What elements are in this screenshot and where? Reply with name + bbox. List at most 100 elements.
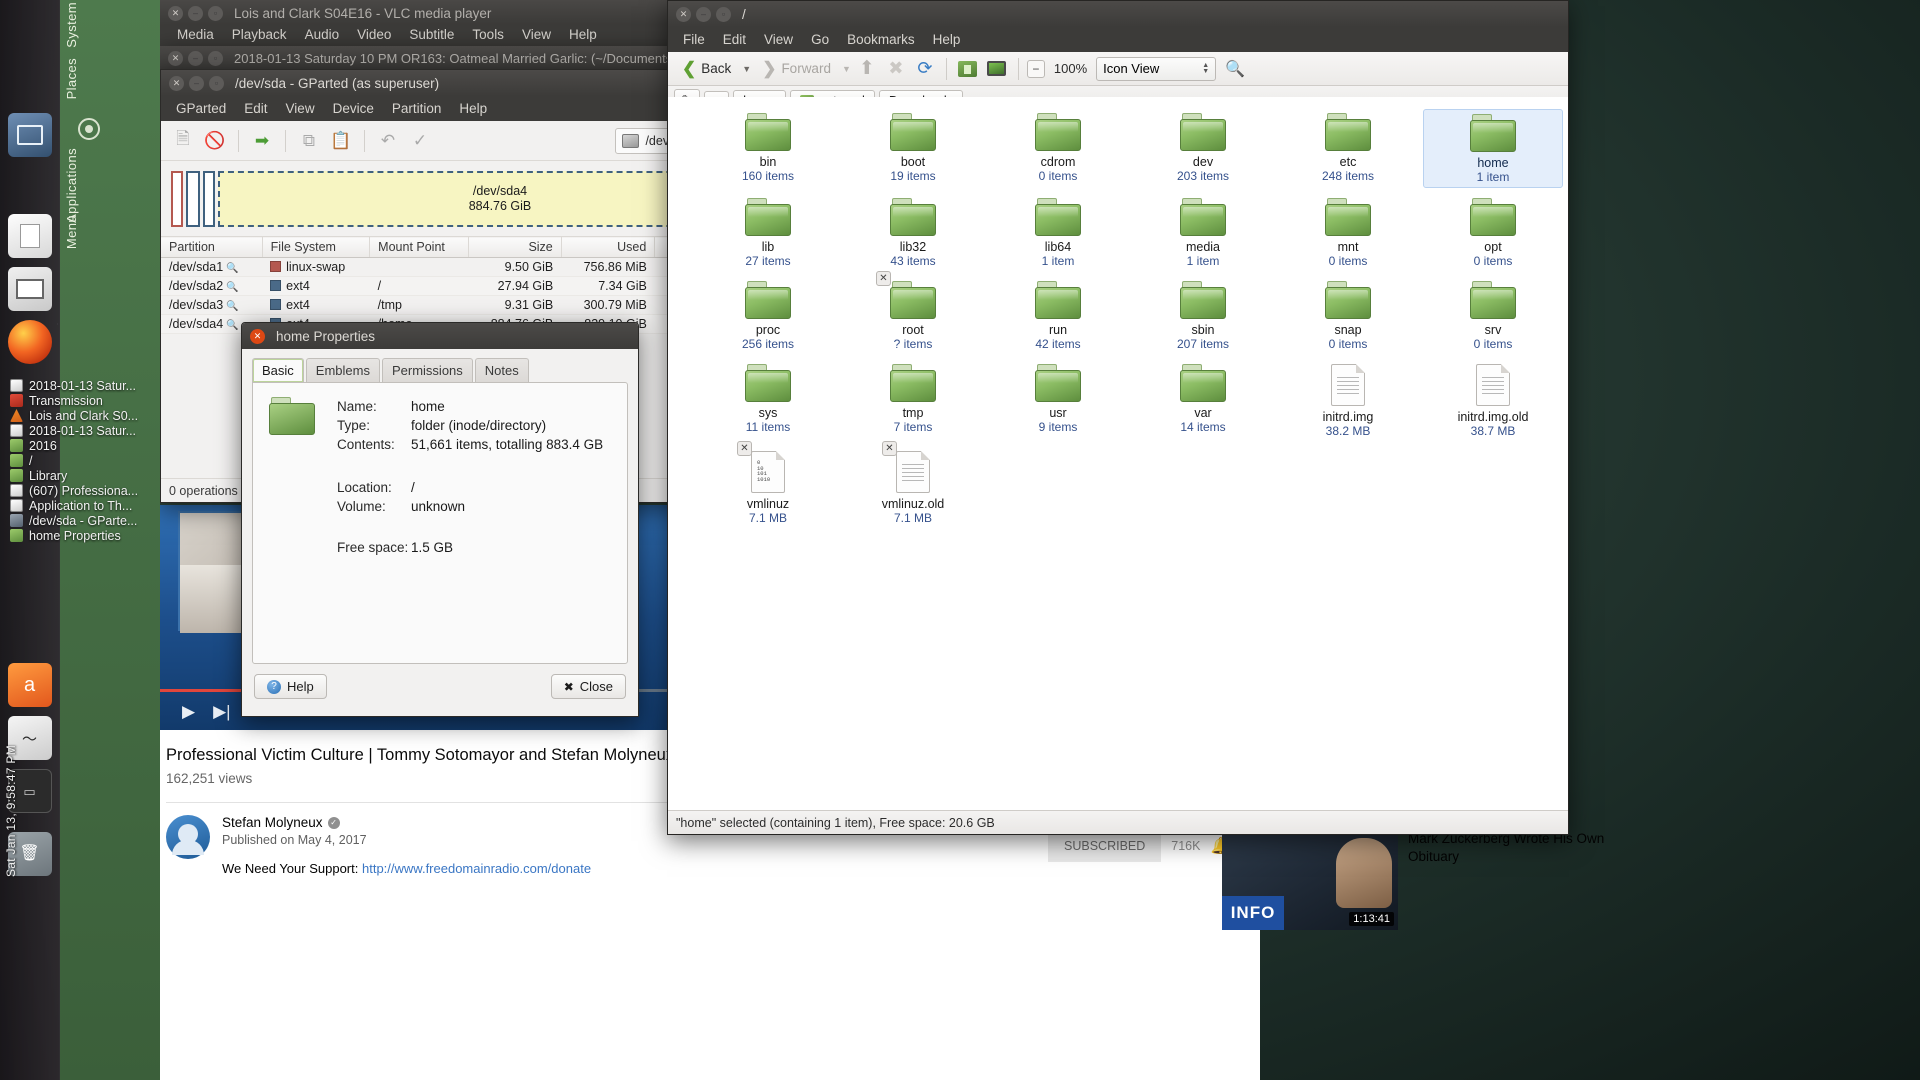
close-icon[interactable]: ✕ (168, 5, 183, 21)
gparted-menu-view[interactable]: View (277, 98, 324, 119)
tab-permissions[interactable]: Permissions (381, 358, 473, 382)
vlc-menu-tools[interactable]: Tools (463, 25, 513, 44)
column-header-mountpoint[interactable]: Mount Point (369, 236, 470, 258)
file-item[interactable]: media 1 item (1133, 194, 1273, 271)
new-partition-icon[interactable]: 🗎 (169, 127, 197, 155)
file-item[interactable]: snap 0 items (1278, 277, 1418, 354)
partition-segment-sda3[interactable] (203, 171, 215, 227)
file-item[interactable]: boot 19 items (843, 109, 983, 188)
gparted-menu-partition[interactable]: Partition (383, 98, 451, 119)
file-manager-menubar[interactable]: File Edit View Go Bookmarks Help (668, 27, 1568, 52)
forward-button[interactable]: ❯ Forward (754, 56, 839, 82)
file-manager-toolbar[interactable]: ❮ Back ▼ ❯ Forward ▼ ⬆ ✖ ⟳ − 100% Icon V… (668, 52, 1568, 86)
file-item[interactable]: lib64 1 item (988, 194, 1128, 271)
amazon-launcher-icon[interactable]: a (7, 663, 52, 707)
file-item[interactable]: sys 11 items (698, 360, 838, 441)
firefox-launcher-icon[interactable] (7, 320, 52, 364)
column-header-filesystem[interactable]: File System (262, 236, 371, 258)
computer-icon[interactable] (984, 56, 1010, 82)
task-item[interactable]: 2018-01-13 Satur... (10, 378, 158, 393)
file-item[interactable]: sbin 207 items (1133, 277, 1273, 354)
related-video[interactable]: INFO 1:13:41 Mark Zuckerberg Wrote His O… (1222, 830, 1722, 930)
file-item[interactable]: tmp 7 items (843, 360, 983, 441)
vlc-menu-audio[interactable]: Audio (296, 25, 349, 44)
maximize-icon[interactable]: ▫ (209, 75, 224, 91)
file-item[interactable]: opt 0 items (1423, 194, 1563, 271)
maximize-icon[interactable]: ▫ (716, 6, 731, 22)
next-icon[interactable]: ▶| (213, 702, 231, 722)
vlc-menu-view[interactable]: View (513, 25, 560, 44)
play-icon[interactable]: ▶ (182, 702, 195, 722)
column-header-used[interactable]: Used (561, 236, 656, 258)
task-item[interactable]: home Properties (10, 528, 158, 543)
file-icon-view[interactable]: bin 160 items boot 19 items cdrom 0 items dev 2… (668, 97, 1568, 810)
file-item[interactable]: ✕ root? items (843, 271, 983, 354)
file-manager-window[interactable]: ✕ – ▫ / File Edit View Go Bookmarks Help… (667, 0, 1569, 835)
menu-label-system[interactable]: System (64, 2, 79, 48)
vlc-menu-help[interactable]: Help (560, 25, 606, 44)
home-icon[interactable] (955, 56, 981, 82)
close-icon[interactable]: ✕ (169, 75, 184, 91)
paste-icon[interactable]: 📋 (327, 127, 355, 155)
properties-titlebar[interactable]: ✕ home Properties (242, 323, 638, 349)
file-item[interactable]: srv 0 items (1423, 277, 1563, 354)
mail-launcher-icon[interactable] (7, 267, 52, 311)
gparted-menu-edit[interactable]: Edit (235, 98, 276, 119)
menu-go[interactable]: Go (802, 29, 838, 50)
task-item[interactable]: /dev/sda - GParte... (10, 513, 158, 528)
close-button[interactable]: ✖ Close (550, 674, 626, 699)
file-item[interactable]: home 1 item (1423, 109, 1563, 188)
task-item[interactable]: / (10, 453, 158, 468)
channel-name-row[interactable]: Stefan Molyneux ✓ (222, 815, 591, 830)
file-item[interactable]: var 14 items (1133, 360, 1273, 441)
task-item[interactable]: Application to Th... (10, 498, 158, 513)
file-item[interactable]: lib32 43 items (843, 194, 983, 271)
help-button[interactable]: ? Help (254, 674, 327, 699)
avatar[interactable] (166, 815, 210, 859)
back-history-dropdown-icon[interactable]: ▼ (742, 64, 751, 74)
file-item[interactable]: lib 27 items (698, 194, 838, 271)
search-icon[interactable]: 🔍 (1225, 59, 1245, 79)
undo-icon[interactable]: ↶ (374, 127, 402, 155)
copy-icon[interactable]: ⧉ (295, 127, 323, 155)
column-header-size[interactable]: Size (468, 236, 562, 258)
partition-segment-sda1[interactable] (171, 171, 183, 227)
close-icon[interactable]: ✕ (168, 50, 183, 66)
file-manager-titlebar[interactable]: ✕ – ▫ / (668, 1, 1568, 27)
partition-segment-sda2[interactable] (186, 171, 200, 227)
vlc-menu-playback[interactable]: Playback (223, 25, 296, 44)
minimize-icon[interactable]: – (188, 50, 203, 66)
reload-icon[interactable]: ⟳ (912, 56, 938, 82)
menu-edit[interactable]: Edit (714, 29, 755, 50)
desktop-clock[interactable]: Sat Jan 13, 9:58:47 PM (4, 745, 18, 877)
menu-help[interactable]: Help (924, 29, 970, 50)
chevron-down-icon[interactable]: ▲ ▼ (1202, 62, 1209, 75)
close-icon[interactable]: ✕ (250, 328, 265, 344)
gparted-menu-gparted[interactable]: GParted (167, 98, 235, 119)
tab-emblems[interactable]: Emblems (305, 358, 380, 382)
file-item[interactable]: ✕ vmlinuz.old 7.1 MB (843, 441, 983, 528)
menu-bookmarks[interactable]: Bookmarks (838, 29, 924, 50)
tab-notes[interactable]: Notes (474, 358, 529, 382)
file-item[interactable]: initrd.img 38.2 MB (1278, 360, 1418, 441)
stop-icon[interactable]: ✖ (883, 56, 909, 82)
files-launcher-icon[interactable] (7, 113, 52, 157)
forward-history-dropdown-icon[interactable]: ▼ (842, 64, 851, 74)
menu-label-places[interactable]: Places (64, 58, 79, 99)
task-item[interactable]: (607) Professiona... (10, 483, 158, 498)
gparted-menu-help[interactable]: Help (450, 98, 496, 119)
menu-label-applications[interactable]: Applications (64, 148, 79, 223)
menu-view[interactable]: View (755, 29, 802, 50)
back-button[interactable]: ❮ Back (674, 56, 739, 82)
delete-partition-icon[interactable]: 🚫 (201, 127, 229, 155)
column-header-partition[interactable]: Partition (161, 236, 263, 258)
task-item[interactable]: Transmission (10, 393, 158, 408)
related-video-thumbnail[interactable]: INFO 1:13:41 (1222, 830, 1398, 930)
file-item[interactable]: etc 248 items (1278, 109, 1418, 188)
maximize-icon[interactable]: ▫ (208, 5, 223, 21)
minimize-icon[interactable]: – (189, 75, 204, 91)
task-item[interactable]: 2018-01-13 Satur... (10, 423, 158, 438)
gparted-menu-device[interactable]: Device (324, 98, 383, 119)
window-task-list[interactable]: 2018-01-13 Satur... Transmission Lois an… (10, 378, 158, 543)
file-item[interactable]: mnt 0 items (1278, 194, 1418, 271)
